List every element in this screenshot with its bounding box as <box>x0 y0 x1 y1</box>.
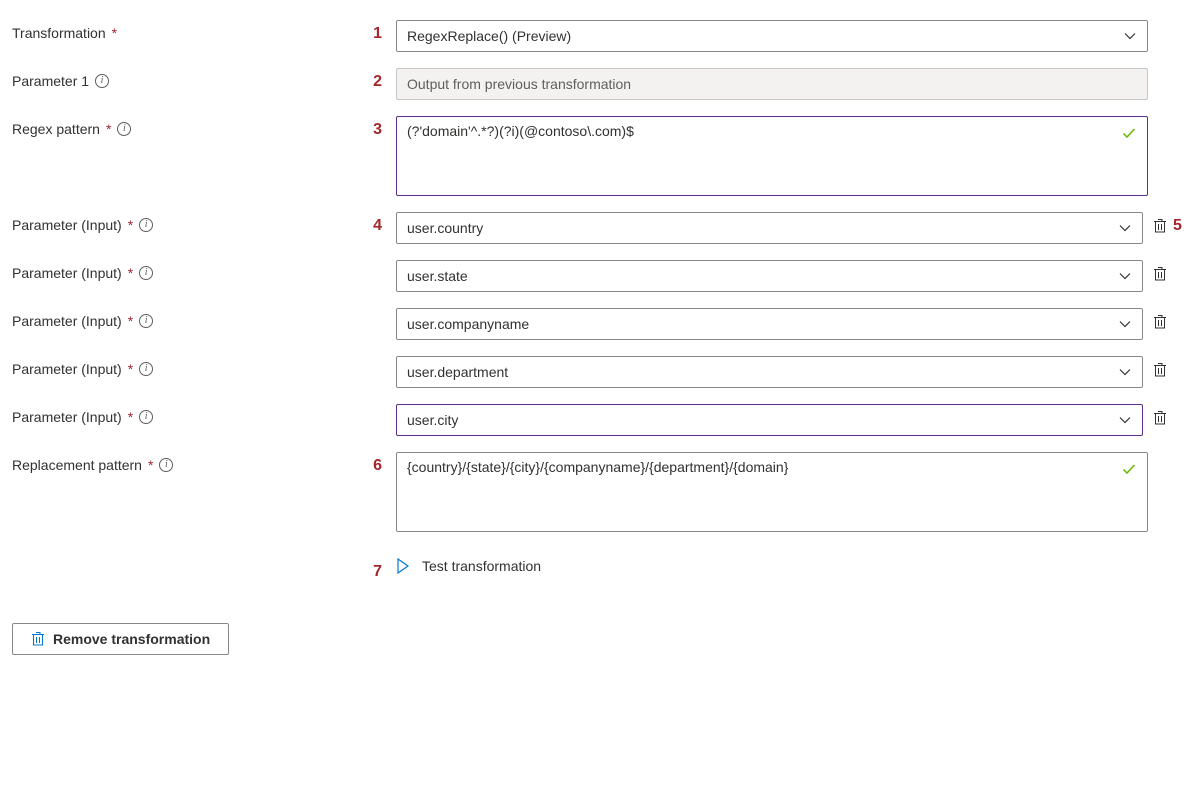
label-regex-pattern-text: Regex pattern <box>12 121 100 137</box>
row-param-input-0: Parameter (Input) * i 4 user.country 5 <box>12 204 1189 252</box>
parameter1-input: Output from previous transformation <box>396 68 1148 100</box>
label-param-input-text: Parameter (Input) <box>12 409 122 425</box>
param-input-4-dropdown[interactable]: user.city <box>396 404 1143 436</box>
row-parameter1: Parameter 1 i 2 Output from previous tra… <box>12 60 1189 108</box>
row-param-input-3: Parameter (Input) * i user.department <box>12 348 1189 396</box>
play-icon <box>396 558 410 574</box>
info-icon[interactable]: i <box>139 218 153 232</box>
label-replacement-pattern: Replacement pattern * i <box>12 452 358 473</box>
check-icon <box>1121 461 1137 477</box>
param-input-3-value: user.department <box>407 364 508 380</box>
delete-param-3-button[interactable] <box>1153 362 1169 378</box>
marker-4: 4 <box>358 212 396 235</box>
chevron-down-icon <box>1118 365 1132 379</box>
info-icon[interactable]: i <box>95 74 109 88</box>
trash-icon <box>31 631 45 647</box>
info-icon[interactable]: i <box>139 410 153 424</box>
row-param-input-4: Parameter (Input) * i user.city <box>12 396 1189 444</box>
required-asterisk: * <box>128 265 133 281</box>
regex-pattern-value: (?'domain'^.*?)(?i)(@contoso\.com)$ <box>407 123 1137 139</box>
row-param-input-2: Parameter (Input) * i user.companyname <box>12 300 1189 348</box>
delete-param-4-button[interactable] <box>1153 410 1169 426</box>
param-input-3-dropdown[interactable]: user.department <box>396 356 1143 388</box>
chevron-down-icon <box>1118 221 1132 235</box>
regex-pattern-input[interactable]: (?'domain'^.*?)(?i)(@contoso\.com)$ <box>396 116 1148 196</box>
chevron-down-icon <box>1118 413 1132 427</box>
parameter1-placeholder: Output from previous transformation <box>407 76 631 92</box>
param-input-2-value: user.companyname <box>407 316 529 332</box>
chevron-down-icon <box>1118 269 1132 283</box>
label-param-input: Parameter (Input) * i <box>12 308 358 329</box>
label-param-input: Parameter (Input) * i <box>12 356 358 377</box>
label-replacement-pattern-text: Replacement pattern <box>12 457 142 473</box>
label-param-input-text: Parameter (Input) <box>12 265 122 281</box>
required-asterisk: * <box>148 457 153 473</box>
marker-1: 1 <box>358 20 396 43</box>
info-icon[interactable]: i <box>139 314 153 328</box>
required-asterisk: * <box>128 313 133 329</box>
delete-param-2-button[interactable] <box>1153 314 1169 330</box>
replacement-pattern-value: {country}/{state}/{city}/{companyname}/{… <box>407 459 1137 475</box>
param-input-2-dropdown[interactable]: user.companyname <box>396 308 1143 340</box>
label-param-input-text: Parameter (Input) <box>12 361 122 377</box>
param-input-4-value: user.city <box>407 412 458 428</box>
chevron-down-icon <box>1123 29 1137 43</box>
transformation-value: RegexReplace() (Preview) <box>407 28 571 44</box>
info-icon[interactable]: i <box>139 362 153 376</box>
delete-param-1-button[interactable] <box>1153 266 1169 282</box>
param-input-0-value: user.country <box>407 220 483 236</box>
required-asterisk: * <box>112 25 117 41</box>
remove-transformation-label: Remove transformation <box>53 631 210 647</box>
label-param-input: Parameter (Input) * i <box>12 212 358 233</box>
info-icon[interactable]: i <box>117 122 131 136</box>
remove-transformation-button[interactable]: Remove transformation <box>12 623 229 655</box>
label-parameter1: Parameter 1 i <box>12 68 358 89</box>
label-parameter1-text: Parameter 1 <box>12 73 89 89</box>
marker-3: 3 <box>358 116 396 139</box>
label-param-input-text: Parameter (Input) <box>12 217 122 233</box>
marker-2: 2 <box>358 68 396 91</box>
check-icon <box>1121 125 1137 141</box>
row-param-input-1: Parameter (Input) * i user.state <box>12 252 1189 300</box>
param-input-0-dropdown[interactable]: user.country <box>396 212 1143 244</box>
required-asterisk: * <box>128 217 133 233</box>
row-replacement-pattern: Replacement pattern * i 6 {country}/{sta… <box>12 444 1189 540</box>
label-transformation-text: Transformation <box>12 25 106 41</box>
info-icon[interactable]: i <box>139 266 153 280</box>
marker-6: 6 <box>358 452 396 475</box>
replacement-pattern-input[interactable]: {country}/{state}/{city}/{companyname}/{… <box>396 452 1148 532</box>
row-transformation: Transformation * 1 RegexReplace() (Previ… <box>12 12 1189 60</box>
param-input-1-value: user.state <box>407 268 468 284</box>
test-transformation-label: Test transformation <box>422 558 541 574</box>
marker-5: 5 <box>1169 212 1189 235</box>
label-regex-pattern: Regex pattern * i <box>12 116 358 137</box>
label-param-input-text: Parameter (Input) <box>12 313 122 329</box>
row-regex-pattern: Regex pattern * i 3 (?'domain'^.*?)(?i)(… <box>12 108 1189 204</box>
delete-param-0-button[interactable] <box>1153 218 1169 234</box>
label-transformation: Transformation * <box>12 20 358 41</box>
required-asterisk: * <box>128 361 133 377</box>
param-input-1-dropdown[interactable]: user.state <box>396 260 1143 292</box>
required-asterisk: * <box>128 409 133 425</box>
marker-7: 7 <box>358 558 396 581</box>
row-test-transformation: 7 Test transformation <box>12 540 1189 589</box>
info-icon[interactable]: i <box>159 458 173 472</box>
test-transformation-button[interactable]: Test transformation <box>396 558 541 574</box>
label-param-input: Parameter (Input) * i <box>12 260 358 281</box>
label-param-input: Parameter (Input) * i <box>12 404 358 425</box>
transformation-dropdown[interactable]: RegexReplace() (Preview) <box>396 20 1148 52</box>
required-asterisk: * <box>106 121 111 137</box>
chevron-down-icon <box>1118 317 1132 331</box>
